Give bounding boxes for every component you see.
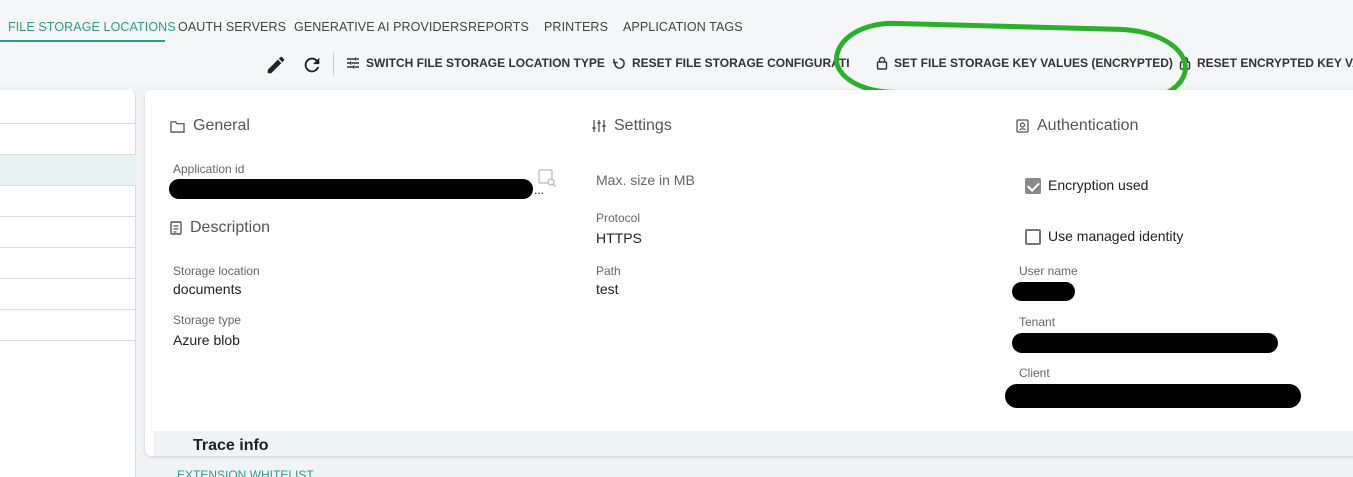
settings-title-text: Settings [614, 117, 672, 134]
client-label: Client [1019, 366, 1050, 380]
redacted-client [1005, 384, 1301, 408]
path-value: test [596, 281, 619, 297]
tab-bar: FILE STORAGE LOCATIONS OAUTH SERVERS GEN… [0, 0, 1353, 44]
lock-icon [876, 56, 888, 70]
reset-icon [613, 57, 625, 69]
storage-location-list [0, 90, 136, 477]
settings-section-title: Settings [592, 117, 672, 135]
list-item[interactable] [0, 248, 136, 279]
tab-reports[interactable]: REPORTS [468, 20, 529, 34]
lock-icon [1179, 56, 1191, 70]
badge-icon [1016, 119, 1029, 133]
switch-storage-type-label: SWITCH FILE STORAGE LOCATION TYPE [366, 56, 605, 70]
extension-whitelist-tab[interactable]: EXTENSION WHITELIST [177, 468, 314, 477]
storage-location-value: documents [173, 281, 242, 297]
tab-oauth-servers[interactable]: OAUTH SERVERS [178, 20, 286, 34]
detail-card: General Application id ... Description S… [145, 90, 1353, 456]
tab-application-tags[interactable]: APPLICATION TAGS [623, 20, 743, 34]
general-title-text: General [193, 117, 250, 134]
switch-storage-type-button[interactable]: SWITCH FILE STORAGE LOCATION TYPE [346, 56, 605, 70]
list-item-selected[interactable] [0, 155, 136, 186]
reset-storage-config-label: RESET FILE STORAGE CONFIGURATI [632, 56, 850, 70]
protocol-label: Protocol [596, 211, 641, 225]
authentication-section-title: Authentication [1016, 117, 1138, 135]
description-section-title: Description [170, 219, 270, 237]
path-label: Path [596, 264, 621, 278]
list-item[interactable] [0, 124, 136, 155]
encryption-used-checkbox[interactable] [1025, 178, 1041, 194]
tab-generative-ai-providers[interactable]: GENERATIVE AI PROVIDERS [294, 20, 468, 34]
refresh-icon[interactable] [301, 54, 323, 76]
document-icon [170, 221, 182, 235]
tune-icon [347, 57, 359, 69]
tab-file-storage-locations[interactable]: FILE STORAGE LOCATIONS [8, 20, 176, 34]
toolbar-divider [333, 52, 334, 76]
redacted-tenant [1012, 333, 1278, 353]
toolbar: SWITCH FILE STORAGE LOCATION TYPE RESET … [0, 44, 1353, 86]
set-key-values-label: SET FILE STORAGE KEY VALUES (ENCRYPTED) [894, 56, 1173, 70]
use-managed-identity-checkbox[interactable] [1025, 229, 1041, 245]
pencil-icon[interactable] [265, 54, 287, 76]
active-tab-indicator [0, 40, 165, 42]
reset-encrypted-key-values-button[interactable]: RESET ENCRYPTED KEY VAL [1179, 56, 1353, 70]
storage-location-label: Storage location [173, 264, 260, 278]
encryption-used-label: Encryption used [1048, 177, 1149, 193]
list-item[interactable] [0, 310, 136, 341]
application-id-label: Application id [173, 162, 245, 176]
folder-icon [170, 120, 185, 133]
tenant-label: Tenant [1019, 315, 1056, 329]
list-item[interactable] [0, 279, 136, 310]
storage-type-value: Azure blob [173, 332, 240, 348]
general-section-title: General [170, 117, 250, 135]
description-title-text: Description [190, 219, 271, 236]
reset-storage-config-button[interactable]: RESET FILE STORAGE CONFIGURATI [613, 56, 850, 70]
list-item[interactable] [0, 217, 136, 248]
authentication-title-text: Authentication [1037, 117, 1139, 134]
set-key-values-button[interactable]: SET FILE STORAGE KEY VALUES (ENCRYPTED) [876, 56, 1173, 70]
storage-type-label: Storage type [173, 313, 242, 327]
trace-info-title: Trace info [193, 437, 269, 454]
settings-sliders-icon [592, 120, 606, 132]
use-managed-identity-label: Use managed identity [1048, 228, 1184, 244]
protocol-value: HTTPS [596, 230, 642, 246]
max-size-input[interactable]: Max. size in MB [596, 172, 695, 188]
list-header [0, 92, 136, 124]
list-item[interactable] [0, 186, 136, 217]
lookup-icon[interactable] [537, 168, 557, 193]
tab-printers[interactable]: PRINTERS [544, 20, 608, 34]
reset-encrypted-key-values-label: RESET ENCRYPTED KEY VAL [1197, 56, 1353, 70]
redacted-user-name [1012, 282, 1075, 301]
user-name-label: User name [1019, 264, 1078, 278]
redacted-application-id [169, 179, 533, 199]
trace-info-panel[interactable]: Trace info [153, 431, 1353, 456]
